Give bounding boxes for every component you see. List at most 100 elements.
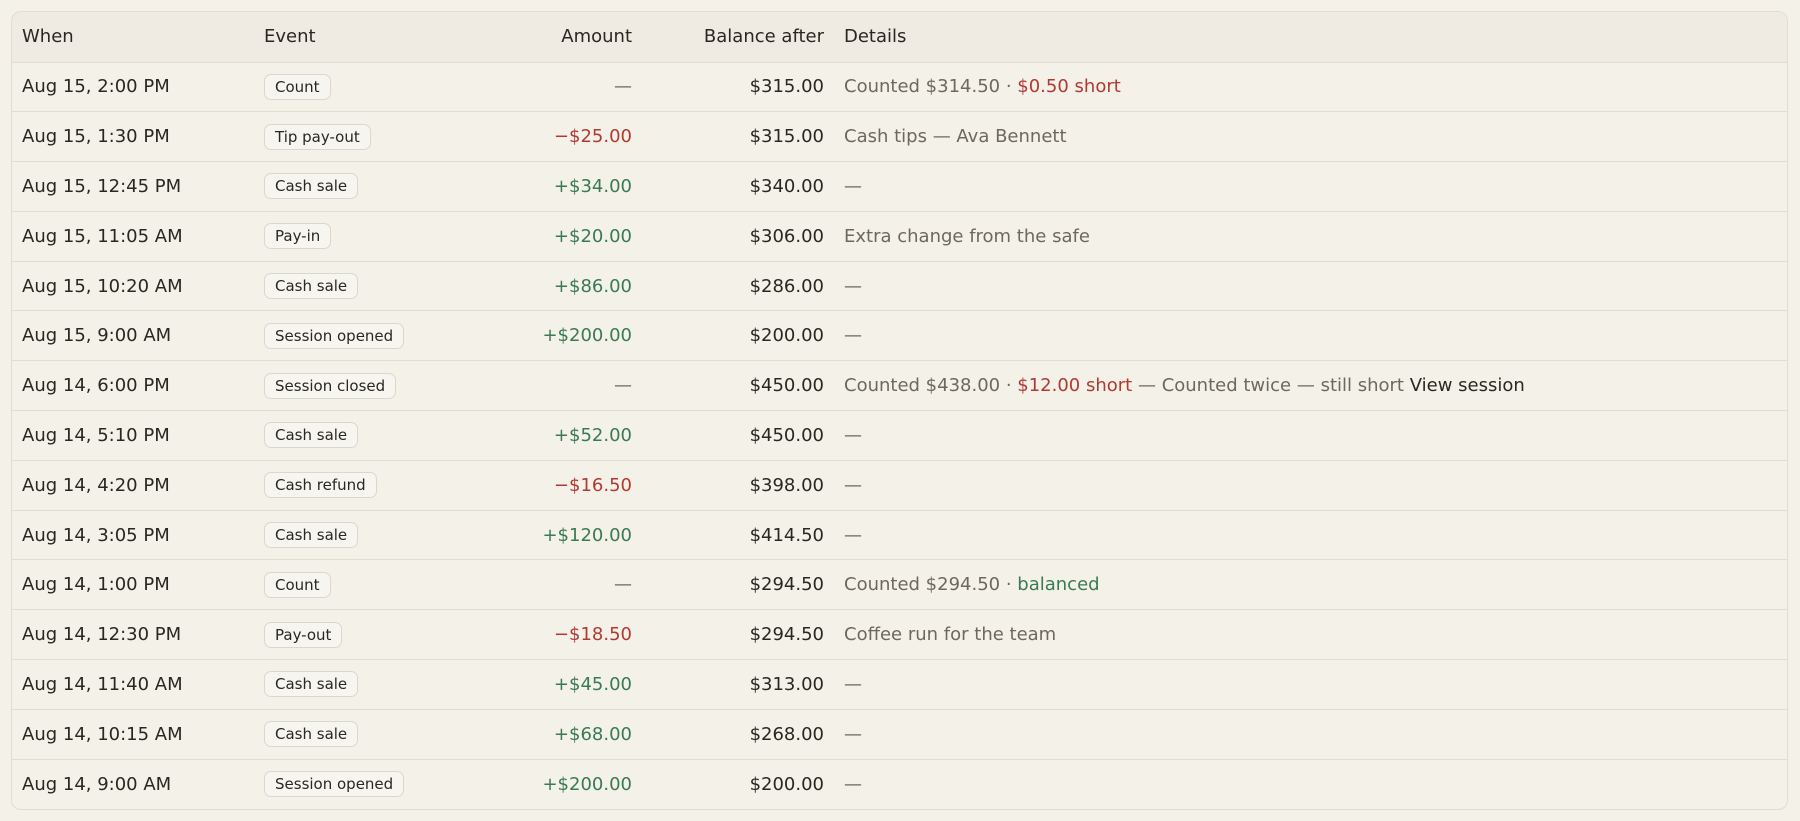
table-row[interactable]: Aug 14, 12:30 PM Pay-out −$18.50 $294.50 Cof… — [12, 609, 1787, 661]
details-text: — — [844, 773, 862, 795]
table-row[interactable]: Aug 14, 11:40 AM Cash sale +$45.00 $313.00 — — [12, 659, 1787, 710]
table-row[interactable]: Aug 15, 12:45 PM Cash sale +$34.00 $340.00 — — [12, 161, 1787, 212]
cell-details: Counted $314.50 · $0.50 short — [834, 62, 1787, 113]
details-text: — — [844, 524, 862, 546]
table-row[interactable]: Aug 14, 4:20 PM Cash refund −$16.50 $398.00… — [12, 460, 1787, 511]
event-badge: Count — [264, 73, 331, 100]
cell-event: Tip pay-out — [254, 111, 454, 163]
details-text: Extra change from the safe — [844, 225, 1090, 247]
view-session-link[interactable]: View session — [1410, 375, 1525, 396]
cell-when: Aug 14, 3:05 PM — [12, 510, 254, 561]
cell-balance-after: $268.00 — [642, 709, 834, 760]
cell-event: Cash sale — [254, 709, 454, 760]
cell-details: — — [834, 161, 1787, 212]
cell-details: Counted $438.00 · $12.00 short — Counted… — [834, 360, 1787, 412]
cell-amount: — — [454, 360, 642, 412]
cell-event: Cash refund — [254, 460, 454, 511]
table-row[interactable]: Aug 14, 6:00 PM Session closed — $450.00 Cou… — [12, 360, 1787, 412]
cell-amount: +$20.00 — [454, 211, 642, 262]
details-text: — — [844, 175, 862, 197]
cell-when: Aug 14, 9:00 AM — [22, 773, 172, 795]
table-row[interactable]: Aug 15, 9:00 AM Session opened +$200.00 $20… — [12, 310, 1787, 362]
count-balanced-flag: balanced — [1017, 574, 1100, 596]
cell-balance-after: $398.00 — [642, 460, 834, 511]
column-header-when[interactable]: When — [12, 12, 254, 63]
cell-event: Cash sale — [254, 410, 454, 461]
details-text: — — [844, 723, 862, 745]
cell-when: Aug 15, 9:00 AM — [12, 310, 254, 362]
table-row[interactable]: Aug 14, 3:05 PM Cash sale +$120.00 $414.50 — — [12, 510, 1787, 561]
details-text: — — [844, 673, 862, 695]
cell-event: Session closed — [254, 360, 454, 412]
cell-when: Aug 14, 10:15 AM — [12, 709, 254, 760]
cell-balance-after: $294.50 — [642, 609, 834, 661]
event-badge: Session opened — [264, 771, 405, 798]
details-text: Counted $294.50 · — [844, 574, 1018, 596]
cell-balance-after: $313.00 — [642, 659, 834, 710]
cell-details: — — [834, 759, 1787, 809]
count-short-flag: $0.50 short — [1017, 76, 1121, 98]
table-row[interactable]: Aug 14, 1:00 PM Count — $294.50 Counted $294… — [12, 559, 1787, 611]
column-header-event[interactable]: Event — [254, 12, 454, 63]
cell-amount: +$45.00 — [454, 659, 642, 710]
table-row[interactable]: Aug 14, 10:15 AM Cash sale +$68.00 $268.00 — — [12, 709, 1787, 760]
cell-amount: +$200.00 — [542, 773, 632, 795]
cell-balance-after: $286.00 — [642, 261, 834, 312]
event-badge: Pay-out — [264, 621, 343, 648]
table-row[interactable]: Aug 14, 5:10 PM Cash sale +$52.00 $450.00 — — [12, 410, 1787, 461]
cell-event: Count — [254, 62, 454, 113]
cell-when: Aug 15, 2:00 PM — [12, 62, 254, 113]
cell-details: — — [834, 261, 1787, 312]
column-header-details[interactable]: Details — [834, 12, 1787, 63]
table-row[interactable]: Aug 15, 10:20 AM Cash sale +$86.00 $286.00 — — [12, 261, 1787, 312]
cell-event: Pay-in — [254, 211, 454, 262]
cell-balance-after: $414.50 — [642, 510, 834, 561]
cell-balance-after: $200.00 — [749, 773, 824, 795]
column-header-amount[interactable]: Amount — [454, 12, 642, 63]
table-row[interactable]: Aug 15, 2:00 PM Count — $315.00 Counted $314… — [12, 62, 1787, 113]
table-row[interactable]: Aug 15, 1:30 PM Tip pay-out −$25.00 $315.00… — [12, 111, 1787, 163]
column-header-balance[interactable]: Balance after — [642, 12, 834, 63]
cell-event: Count — [254, 559, 454, 611]
count-short-flag: $12.00 short — [1017, 375, 1133, 397]
details-text: — — [844, 275, 862, 297]
cell-event: Cash sale — [254, 261, 454, 312]
cell-when: Aug 14, 12:30 PM — [12, 609, 254, 661]
details-text: — — [844, 325, 862, 347]
cell-amount: −$25.00 — [454, 111, 642, 163]
cell-when: Aug 14, 4:20 PM — [12, 460, 254, 511]
event-badge: Cash sale — [264, 173, 359, 200]
header-row: When Event Amount Balance after Details — [12, 12, 1787, 63]
event-badge: Cash refund — [264, 472, 377, 499]
cell-amount: −$16.50 — [454, 460, 642, 511]
cell-event: Session opened — [254, 310, 454, 362]
cell-amount: −$18.50 — [454, 609, 642, 661]
cell-amount: +$52.00 — [454, 410, 642, 461]
cell-balance-after: $315.00 — [642, 62, 834, 113]
details-text: Counted $438.00 · — [844, 375, 1018, 397]
table-row[interactable]: Aug 14, 9:00 AM Session opened +$200.00 $20… — [12, 759, 1787, 809]
table-body: Aug 15, 2:00 PM Count — $315.00 Counted $314… — [12, 62, 1787, 809]
cell-when: Aug 15, 11:05 AM — [12, 211, 254, 262]
event-badge: Cash sale — [264, 671, 359, 698]
event-badge: Pay-in — [264, 223, 332, 250]
details-note: — Counted twice — still short — [1132, 375, 1410, 397]
cell-details: Coffee run for the team — [834, 609, 1787, 661]
event-badge: Cash sale — [264, 522, 359, 549]
event-badge: Session opened — [264, 322, 405, 349]
cell-details: Cash tips — Ava Bennett — [834, 111, 1787, 163]
event-badge: Cash sale — [264, 422, 359, 449]
cash-ledger-table: When Event Amount Balance after Details … — [12, 12, 1787, 809]
event-badge: Count — [264, 571, 331, 598]
cash-ledger-table-container: When Event Amount Balance after Details … — [11, 11, 1788, 810]
cell-balance-after: $450.00 — [642, 410, 834, 461]
cell-amount: +$34.00 — [454, 161, 642, 212]
cell-balance-after: $315.00 — [642, 111, 834, 163]
cell-event: Session opened — [254, 759, 454, 809]
cell-event: Cash sale — [254, 161, 454, 212]
cell-details: — — [834, 659, 1787, 710]
cell-balance-after: $294.50 — [642, 559, 834, 611]
details-text: Counted $314.50 · — [844, 76, 1018, 98]
cell-details: — — [834, 310, 1787, 362]
table-row[interactable]: Aug 15, 11:05 AM Pay-in +$20.00 $306.00 Extr… — [12, 211, 1787, 262]
